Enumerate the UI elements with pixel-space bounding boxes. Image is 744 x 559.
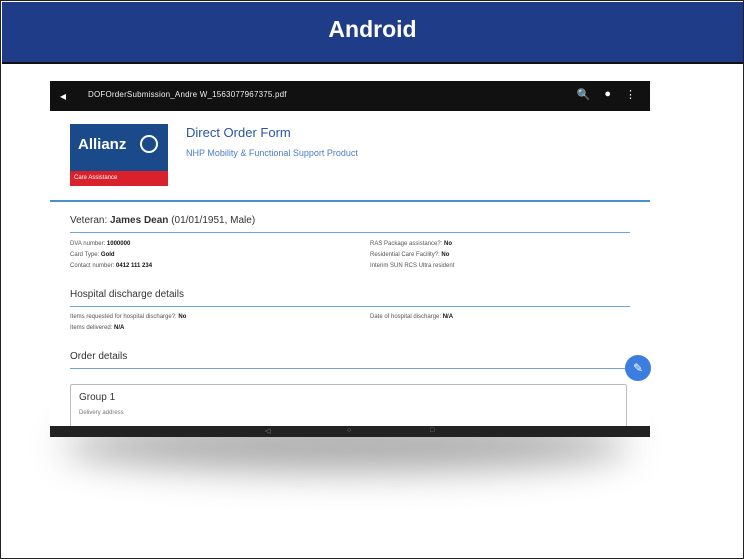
- pdf-page: Allianz Care Assistance Direct Order For…: [50, 111, 650, 437]
- field-interim-resident: Interim SUN RCS Ultra resident: [370, 263, 455, 269]
- page-title: Android: [328, 16, 417, 42]
- nav-back-icon[interactable]: ◁: [265, 427, 270, 435]
- order-heading: Order details: [70, 351, 128, 362]
- logo-strip: Care Assistance: [70, 171, 168, 186]
- section-divider: [70, 232, 630, 233]
- field-items-delivered: Items delivered: N/A: [70, 325, 125, 331]
- veteran-details: (01/01/1951, Male): [171, 215, 256, 226]
- section-divider: [70, 306, 630, 307]
- field-card-type: Card Type: Gold: [70, 252, 115, 258]
- field-dva-number: DVA number: 1000000: [70, 241, 131, 247]
- back-icon[interactable]: ◂: [60, 89, 66, 103]
- section-divider: [70, 368, 630, 369]
- pdf-viewer-toolbar: ◂ DOFOrderSubmission_Andre W_15630779673…: [50, 81, 650, 111]
- field-residential-care: Residential Care Facility?: No: [370, 252, 450, 258]
- field-items-requested: Items requested for hospital discharge?:…: [70, 314, 187, 320]
- field-contact-number: Contact number: 0412 111 234: [70, 263, 153, 269]
- search-icon[interactable]: 🔍: [577, 88, 591, 101]
- form-title: Direct Order Form: [186, 125, 291, 140]
- group-subtitle: Delivery address: [79, 410, 124, 416]
- hospital-heading: Hospital discharge details: [70, 289, 184, 300]
- header-bar: Android: [2, 2, 743, 64]
- form-subtitle: NHP Mobility & Functional Support Produc…: [186, 148, 358, 158]
- slide-frame: Android ◂ DOFOrderSubmission_Andre W_156…: [0, 0, 744, 559]
- more-icon[interactable]: ⋮: [625, 88, 636, 101]
- veteran-label: Veteran:: [70, 215, 108, 226]
- edit-fab-icon[interactable]: ✎: [625, 355, 651, 381]
- nav-home-icon[interactable]: ○: [347, 427, 351, 434]
- field-discharge-date: Date of hospital discharge: N/A: [370, 314, 454, 320]
- android-navigation-bar: ◁ ○ □: [50, 426, 650, 437]
- logo-text: Allianz: [78, 136, 127, 153]
- allianz-logo: Allianz Care Assistance: [70, 124, 168, 186]
- veteran-heading: Veteran: James Dean (01/01/1951, Male): [70, 215, 255, 226]
- pdf-filename: DOFOrderSubmission_Andre W_1563077967375…: [88, 90, 287, 99]
- veteran-name: James Dean: [110, 215, 169, 226]
- group-title: Group 1: [79, 392, 116, 403]
- nav-recents-icon[interactable]: □: [430, 427, 434, 434]
- android-screenshot: ◂ DOFOrderSubmission_Andre W_15630779673…: [50, 81, 651, 437]
- field-ras-package: RAS Package assistance?: No: [370, 241, 453, 247]
- header-divider: [50, 200, 650, 202]
- share-icon[interactable]: ●: [604, 88, 611, 101]
- logo-emblem-icon: [140, 135, 158, 153]
